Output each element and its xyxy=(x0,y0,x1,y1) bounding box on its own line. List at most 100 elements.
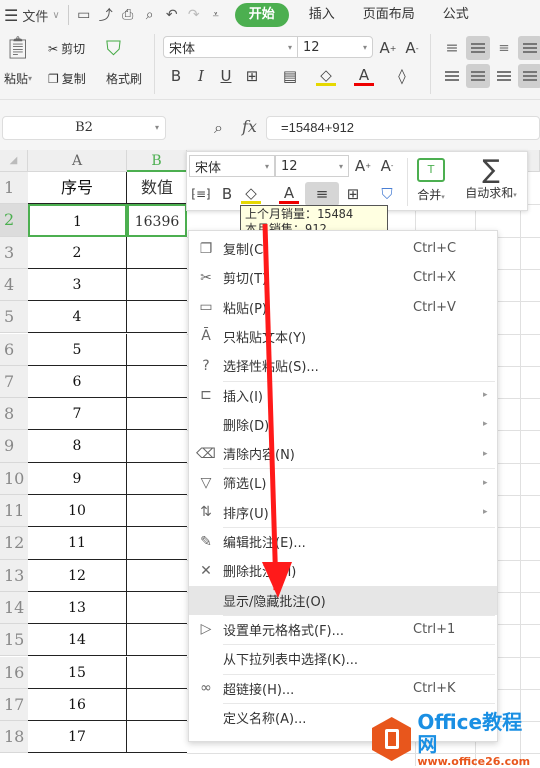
name-box[interactable]: B2 ▾ xyxy=(2,116,166,140)
table-row-cell-a[interactable]: 7 xyxy=(28,398,127,431)
row-header[interactable]: 17 xyxy=(0,688,28,722)
bold-button[interactable]: B xyxy=(166,66,186,86)
decrease-font-icon[interactable]: A- xyxy=(402,38,422,58)
context-menu-item[interactable]: ∞ 超链接(H)... Ctrl+K xyxy=(189,674,497,703)
table-row-cell-a[interactable]: 3 xyxy=(28,268,127,302)
table-row-cell-b[interactable] xyxy=(127,527,187,560)
cell-header-b[interactable]: 数值 xyxy=(127,172,187,205)
zoom-find-icon[interactable]: ⌕ xyxy=(214,118,223,138)
font-name-select[interactable]: 宋体 ▾ xyxy=(163,36,298,58)
table-row-cell-a[interactable]: 5 xyxy=(28,333,127,366)
mini-align-center-icon[interactable]: ≡ xyxy=(305,182,339,206)
context-menu-item[interactable]: ✕ 删除批注(M) xyxy=(189,556,497,585)
paste-dropdown[interactable]: 粘贴 ▾ xyxy=(4,70,32,87)
row-header[interactable]: 10 xyxy=(0,462,28,495)
autosum-button[interactable]: ∑ 自动求和▾ xyxy=(455,156,527,208)
increase-font-icon[interactable]: A + xyxy=(378,38,398,58)
context-menu-item[interactable]: 显示/隐藏批注(O) xyxy=(189,585,497,615)
redo-icon[interactable]: ↷ xyxy=(183,4,205,26)
table-row-cell-a[interactable]: 15 xyxy=(28,656,127,689)
tab-formulas[interactable]: 公式 xyxy=(431,3,481,27)
selected-cell-b2[interactable]: 16396 xyxy=(127,204,187,237)
align-center-icon[interactable] xyxy=(466,64,490,88)
align-bottom-icon[interactable] xyxy=(492,36,516,60)
table-row-cell-b[interactable] xyxy=(127,366,187,399)
row-header[interactable]: 9 xyxy=(0,430,28,463)
justify-icon[interactable] xyxy=(518,64,540,88)
row-header[interactable]: 14 xyxy=(0,591,28,625)
row-header[interactable]: 12 xyxy=(0,527,28,560)
row-header[interactable]: 3 xyxy=(0,236,28,269)
table-row-cell-a[interactable]: 9 xyxy=(28,462,127,495)
context-menu-item[interactable]: ⌫ 清除内容(N) ▸ xyxy=(189,439,497,468)
row-header[interactable]: 4 xyxy=(0,268,28,302)
indent-icon[interactable] xyxy=(518,36,540,60)
tab-home[interactable]: 开始 xyxy=(234,3,289,27)
table-row-cell-a[interactable]: 11 xyxy=(28,527,127,560)
table-row-cell-b[interactable] xyxy=(127,592,187,625)
fx-icon[interactable]: fx xyxy=(242,117,257,136)
font-color-icon[interactable]: A xyxy=(354,66,374,86)
cell-header-a[interactable]: 序号 xyxy=(28,172,127,205)
row-header[interactable]: 18 xyxy=(0,721,28,754)
corner-select-all[interactable]: ◢ xyxy=(0,150,28,172)
tab-page-layout[interactable]: 页面布局 xyxy=(347,3,431,27)
mini-font-color-icon[interactable]: A xyxy=(279,184,299,204)
align-right-icon[interactable] xyxy=(492,64,516,88)
column-header-b[interactable]: B xyxy=(127,150,187,172)
mini-font-name-select[interactable]: 宋体 ▾ xyxy=(189,155,275,177)
table-row-cell-b[interactable] xyxy=(127,237,187,269)
export-icon[interactable]: ⤴ xyxy=(95,4,117,26)
font-size-select[interactable]: 12 ▾ xyxy=(297,36,373,58)
table-row-cell-a[interactable]: 12 xyxy=(28,559,127,592)
row-header[interactable]: 6 xyxy=(0,333,28,366)
column-header-a[interactable]: A xyxy=(28,150,127,172)
cut-button[interactable]: ✂ 剪切 xyxy=(48,40,85,57)
table-row-cell-a[interactable]: 6 xyxy=(28,365,127,399)
context-menu-item[interactable]: ⇅ 排序(U) ▸ xyxy=(189,498,497,527)
table-row-cell-b[interactable] xyxy=(127,334,187,366)
formula-input[interactable]: =15484+912 xyxy=(266,116,540,140)
row-header[interactable]: 15 xyxy=(0,624,28,657)
row-header[interactable]: 8 xyxy=(0,398,28,431)
context-menu-item[interactable]: 从下拉列表中选择(K)... xyxy=(189,644,497,673)
mini-bold-button[interactable]: B xyxy=(217,184,237,204)
table-row-cell-b[interactable] xyxy=(127,689,187,722)
context-menu-item[interactable]: ✎ 编辑批注(E)... xyxy=(189,527,497,556)
file-menu[interactable]: ☰ 文件 ∨ xyxy=(0,0,64,30)
print-preview-icon[interactable]: ⌕ xyxy=(139,4,161,26)
format-painter-label-wrap[interactable]: 格式刷 xyxy=(106,70,142,87)
cell-style-icon[interactable]: ▤ xyxy=(280,66,300,86)
context-menu-item[interactable]: ▭ 粘贴(P) Ctrl+V xyxy=(189,293,497,322)
context-menu-item[interactable]: ⊏ 插入(I) ▸ xyxy=(189,381,497,410)
row-header[interactable]: 11 xyxy=(0,495,28,528)
table-row-cell-a[interactable]: 14 xyxy=(28,624,127,657)
paste-button[interactable]: 📋︎ xyxy=(4,36,32,61)
row-header[interactable]: 7 xyxy=(0,365,28,399)
row-header[interactable]: 13 xyxy=(0,559,28,592)
align-middle-icon[interactable] xyxy=(466,36,490,60)
mini-fill-color-icon[interactable]: ◇ xyxy=(241,184,261,204)
undo-icon[interactable]: ↶ xyxy=(161,4,183,26)
context-menu-item[interactable]: ? 选择性粘贴(S)... xyxy=(189,351,497,380)
mini-wrap-icon[interactable]: ⁅≡⁆ xyxy=(191,184,211,204)
table-row-cell-b[interactable] xyxy=(127,624,187,657)
table-row-cell-b[interactable] xyxy=(127,495,187,528)
mini-decrease-font-icon[interactable]: A- xyxy=(377,156,397,176)
table-row-cell-a[interactable]: 17 xyxy=(28,721,127,754)
tab-insert[interactable]: 插入 xyxy=(297,3,347,27)
table-row-cell-a[interactable]: 16 xyxy=(28,688,127,722)
table-row-cell-a[interactable]: 2 xyxy=(28,236,127,269)
copy-button[interactable]: ❐ 复制 xyxy=(48,70,86,87)
clear-format-icon[interactable]: ◊ xyxy=(392,66,412,86)
format-painter-button[interactable]: ⛉ xyxy=(106,36,121,60)
align-top-icon[interactable] xyxy=(440,36,464,60)
mini-borders-icon[interactable]: ⊞ xyxy=(343,184,363,204)
fill-color-icon[interactable]: ◇ xyxy=(316,66,336,86)
table-row-cell-b[interactable] xyxy=(127,560,187,592)
table-row-cell-b[interactable] xyxy=(127,721,187,754)
context-menu-item[interactable]: Ā 只粘贴文本(Y) xyxy=(189,322,497,351)
table-row-cell-b[interactable] xyxy=(127,301,187,334)
borders-icon[interactable]: ⊞ xyxy=(242,66,262,86)
table-row-cell-b[interactable] xyxy=(127,398,187,431)
